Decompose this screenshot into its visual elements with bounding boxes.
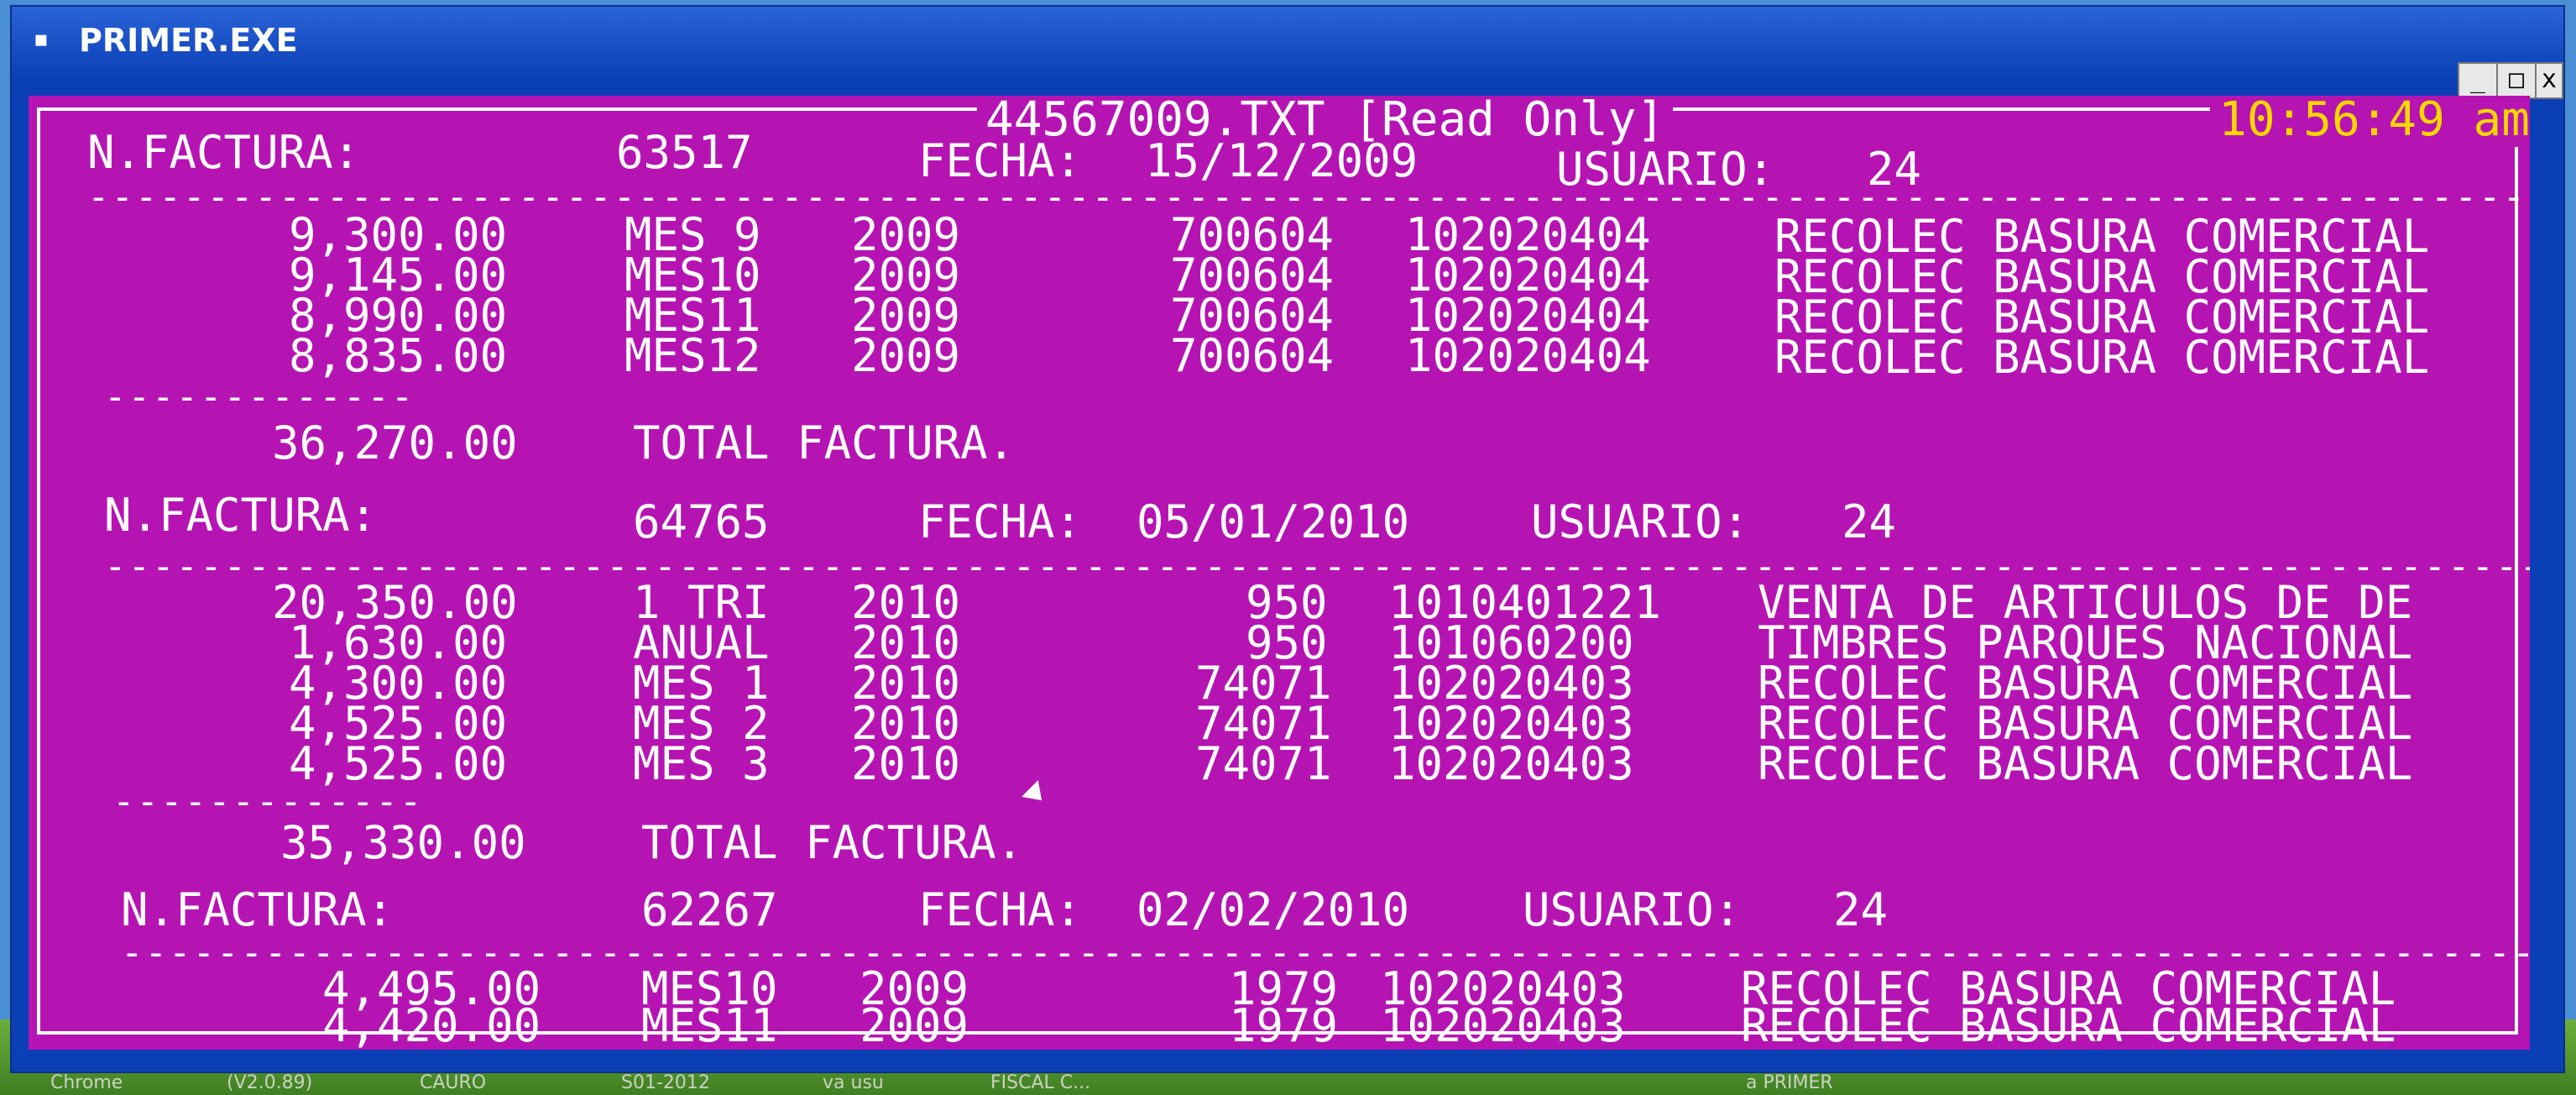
line-account: 102020403 [1388, 737, 1634, 790]
invoice-number: 63517 [616, 126, 753, 179]
line-description: RECOLEC BASURA COMERCIAL [1774, 331, 2430, 384]
taskbar-item[interactable]: S01-2012 [621, 1072, 710, 1093]
invoice-total: 36,270.00 [272, 417, 518, 469]
invoice-total: 35,330.00 [280, 816, 526, 869]
line-code: 700604 [1170, 329, 1335, 382]
taskbar-item[interactable]: va usu [823, 1072, 884, 1093]
invoice-user: 24 [1833, 883, 1889, 936]
close-button[interactable]: x [2535, 62, 2563, 99]
dos-window: ▪ PRIMER.EXE _ □ x 44567009.TXT [Read On… [10, 5, 2565, 1073]
clock-display: 10:56:49 am [2210, 96, 2530, 147]
taskbar-item[interactable]: (V2.0.89) [227, 1072, 312, 1093]
line-account: 102020404 [1405, 329, 1651, 382]
line-year: 2010 [851, 737, 961, 790]
dos-icon: ▪ [34, 27, 49, 52]
date-label: FECHA: [918, 495, 1083, 548]
taskbar-item[interactable]: FISCAL C... [990, 1072, 1090, 1093]
invoice-label: N.FACTURA: [87, 126, 361, 179]
taskbar-item[interactable]: CAURO [420, 1072, 486, 1093]
invoice-number: 62267 [641, 883, 778, 936]
line-description: RECOLEC BASURA COMERCIAL [1758, 737, 2413, 790]
total-label: TOTAL FACTURA. [633, 417, 1016, 469]
line-period: MES12 [624, 329, 761, 382]
line-period: MES11 [641, 999, 778, 1050]
title-bar[interactable]: ▪ PRIMER.EXE [12, 7, 2563, 79]
total-label: TOTAL FACTURA. [641, 816, 1024, 869]
invoice-date: 02/02/2010 [1136, 883, 1410, 936]
date-label: FECHA: [918, 883, 1083, 936]
user-label: USUARIO: [1523, 883, 1742, 936]
taskbar-item[interactable]: a PRIMER [1746, 1072, 1833, 1093]
line-year: 2009 [860, 999, 969, 1050]
separator: ----------------------------------------… [87, 176, 2530, 218]
invoice-label: N.FACTURA: [104, 489, 378, 542]
minimize-button[interactable]: _ [2458, 62, 2498, 99]
invoice-date: 05/01/2010 [1136, 495, 1410, 548]
line-code: 74071 [1195, 737, 1332, 790]
user-label: USUARIO: [1531, 495, 1750, 548]
console-area[interactable]: 44567009.TXT [Read Only] 10:56:49 am N.F… [29, 96, 2530, 1050]
taskbar-item[interactable]: Chrome [50, 1072, 123, 1093]
separator: ------------- [112, 780, 424, 823]
line-amount: 4,420.00 [322, 999, 541, 1050]
line-description: RECOLEC BASURA COMERCIAL [1741, 999, 2396, 1050]
line-code: 1979 [1229, 999, 1339, 1050]
separator: ------------- [104, 375, 415, 418]
line-account: 102020403 [1380, 999, 1626, 1050]
line-amount: 8,835.00 [289, 329, 508, 382]
invoice-user: 24 [1842, 495, 1897, 548]
line-period: MES 3 [633, 737, 770, 790]
invoice-number: 64765 [633, 495, 770, 548]
maximize-button[interactable]: □ [2496, 62, 2537, 99]
window-title: PRIMER.EXE [79, 22, 298, 59]
invoice-label: N.FACTURA: [121, 883, 394, 936]
line-year: 2009 [851, 329, 961, 382]
